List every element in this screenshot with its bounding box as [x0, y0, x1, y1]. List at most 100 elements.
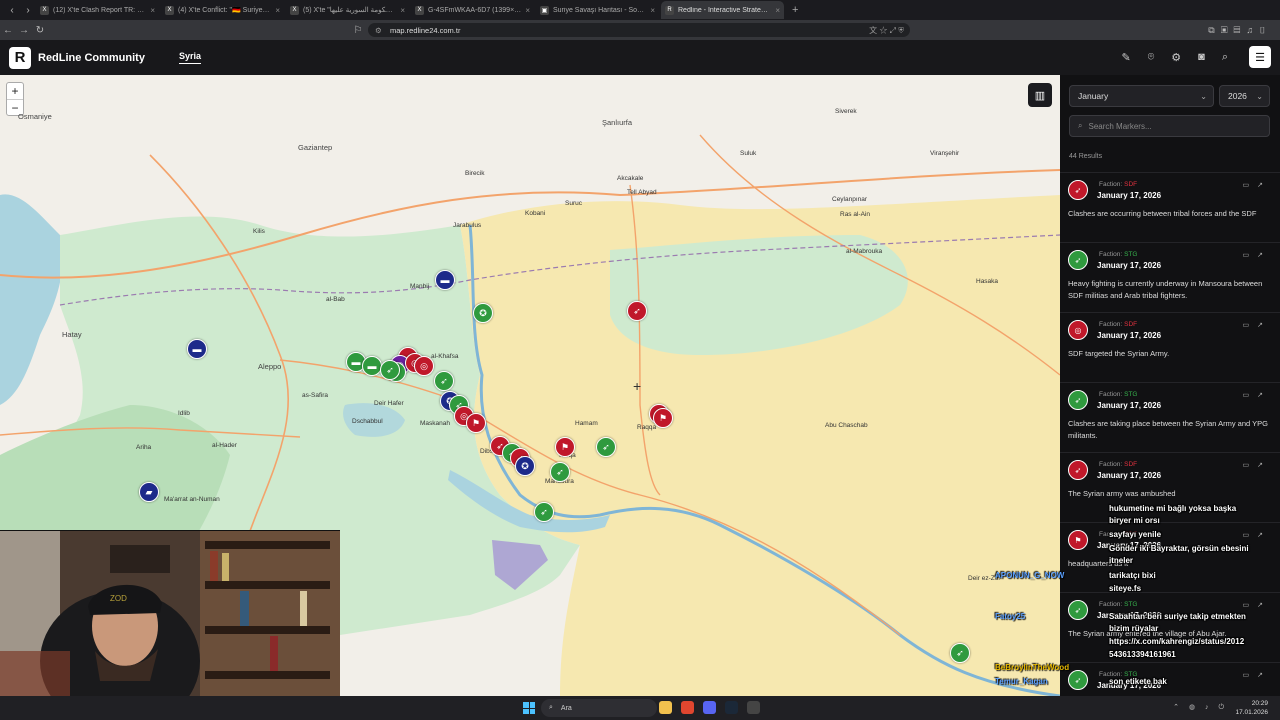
video-icon[interactable]: ▭ — [1243, 392, 1258, 399]
camera-icon[interactable]: ◙ — [1198, 51, 1205, 64]
map-marker-flag-icon[interactable]: ⚑ — [653, 408, 673, 428]
open-link-icon[interactable]: ↗ — [1257, 392, 1271, 399]
map-place-label: Jarabulus — [453, 222, 482, 229]
chat-username[interactable]: BeBroylinTheWood — [995, 663, 1069, 672]
forward-icon[interactable]: → — [16, 25, 32, 36]
map-marker-truck-icon[interactable]: ▬ — [435, 270, 455, 290]
item-description: Clashes are occurring between tribal for… — [1068, 209, 1257, 218]
file-explorer-icon[interactable] — [659, 701, 672, 714]
tab-title: (12) X'te Clash Report TR: "Suriye ord — [53, 6, 146, 14]
system-clock[interactable]: 20:29 17.01.2026 — [1235, 699, 1268, 717]
browser-tab[interactable]: X (4) X'te Conflict: "🇩🇪 Suriye Ordusu × — [161, 1, 284, 19]
browser-tab[interactable]: R Redline - Interactive Strategic M × — [661, 1, 784, 19]
system-tray-icons[interactable]: ⌃ ◍ ♪ ⏻ — [1173, 703, 1228, 712]
close-tab-icon[interactable]: × — [775, 6, 780, 15]
marker-list-item[interactable]: ➶ Faction: STG January 17, 2026 ▭↗ Clashe… — [1060, 382, 1280, 452]
webcam-overlay: ZOD — [0, 530, 340, 696]
faction-value: SDF — [1124, 461, 1138, 468]
obs-icon[interactable] — [747, 701, 760, 714]
rifle-icon: ➶ — [1068, 250, 1088, 270]
reload-icon[interactable]: ↻ — [32, 25, 48, 36]
item-actions: ▭↗ — [1243, 181, 1272, 189]
tab-scroll-right-icon[interactable]: › — [20, 5, 36, 16]
faction-line: Faction: STG — [1097, 391, 1138, 398]
open-link-icon[interactable]: ↗ — [1257, 322, 1271, 329]
close-tab-icon[interactable]: × — [650, 6, 655, 15]
map-marker-rifle-icon[interactable]: ➶ — [550, 462, 570, 482]
chat-username[interactable]: Temur_Kagan — [995, 677, 1048, 686]
map-marker-flag-icon[interactable]: ⚑ — [555, 437, 575, 457]
map-marker-tank-icon[interactable]: ▰ — [139, 482, 159, 502]
zoom-control: + − — [6, 82, 24, 116]
close-tab-icon[interactable]: × — [400, 6, 405, 15]
map-layers-button[interactable]: ▥ — [1028, 83, 1052, 107]
month-select[interactable]: January ⌄ — [1069, 85, 1214, 107]
site-info-icon[interactable]: ⚙ — [375, 26, 382, 35]
address-bar-row: ← → ↻ ⚐ ⚙ map.redline24.com.tr 文 ☆ ⤢ ⛨ ⧉… — [0, 20, 1280, 40]
settings-gear-icon[interactable]: ⚙ — [1171, 51, 1181, 64]
item-description: SDF targeted the Syrian Army. — [1068, 349, 1170, 358]
browser-tab[interactable]: X (5) X'te "قوات الحكومة السورية عليها × — [286, 1, 409, 19]
year-select[interactable]: 2026 ⌄ — [1219, 85, 1270, 107]
map-place-label: Gaziantep — [298, 143, 333, 152]
search-icon[interactable]: ⌕ — [1222, 51, 1228, 64]
map-marker-rifle-icon[interactable]: ➶ — [380, 360, 400, 380]
tab-syria[interactable]: Syria — [178, 51, 201, 64]
brave-browser-icon[interactable] — [681, 701, 694, 714]
map-marker-flag-icon[interactable]: ⚑ — [466, 413, 486, 433]
video-icon[interactable]: ▭ — [1243, 462, 1258, 469]
browser-tab[interactable]: X (12) X'te Clash Report TR: "Suriye ord × — [36, 1, 159, 19]
translate-icon[interactable]: 文 ☆ ⤢ ⛨ — [869, 25, 904, 36]
open-link-icon[interactable]: ↗ — [1257, 462, 1271, 469]
windows-start-icon[interactable] — [523, 702, 535, 714]
close-tab-icon[interactable]: × — [525, 6, 530, 15]
marker-list-item[interactable]: ◎ Faction: SDF January 17, 2026 ▭↗ SDF ta… — [1060, 312, 1280, 382]
map-marker-rifle-icon[interactable]: ➶ — [627, 301, 647, 321]
new-tab-icon[interactable]: + — [792, 4, 798, 16]
item-description: The Syrian army was ambushed — [1068, 489, 1176, 498]
brand-name[interactable]: RedLine Community — [38, 52, 145, 64]
map-place-label: Ras al-Ain — [840, 211, 870, 218]
video-icon[interactable]: ▭ — [1243, 252, 1258, 259]
bookmark-icon[interactable]: ⚐ — [350, 25, 366, 36]
draw-icon[interactable]: ✎ — [1121, 51, 1130, 64]
browser-tab[interactable]: X G-4SFmWKAA-6D7 (1399×726) × — [411, 1, 534, 19]
discord-icon[interactable] — [703, 701, 716, 714]
zoom-in-button[interactable]: + — [7, 83, 23, 99]
back-icon[interactable]: ← — [0, 25, 16, 36]
location-pin-icon[interactable]: ⌾ — [1148, 51, 1155, 64]
browser-extension-icons[interactable]: ⧉▣▤♫▯ — [1208, 25, 1272, 36]
map-place-label: Aleppo — [258, 362, 282, 371]
tab-favicon-icon: X — [415, 5, 424, 15]
video-icon[interactable]: ▭ — [1243, 322, 1258, 329]
marker-search-input[interactable] — [1088, 121, 1249, 131]
map-marker-rifle-icon[interactable]: ➶ — [950, 643, 970, 663]
chat-username[interactable]: APONUN_G_NOW — [995, 571, 1064, 580]
tab-scroll-left-icon[interactable]: ‹ — [4, 5, 20, 16]
open-link-icon[interactable]: ↗ — [1257, 182, 1271, 189]
hamburger-menu-button[interactable]: ☰ — [1249, 46, 1271, 68]
map-marker-rifle-icon[interactable]: ➶ — [434, 371, 454, 391]
close-tab-icon[interactable]: × — [150, 6, 155, 15]
taskbar-search[interactable]: ⌕ Ara — [541, 699, 657, 717]
chat-username[interactable]: Fatoy25 — [995, 612, 1025, 621]
map-place-label: Şanlıurfa — [602, 118, 633, 127]
browser-tab[interactable]: ▣ Suriye Savaşı Haritası - Son Dakika Sı × — [536, 1, 659, 19]
map-marker-truck-icon[interactable]: ▬ — [362, 356, 382, 376]
stream-chat-overlay: hukumetine mi bağlı yoksa başka biryer mi… — [995, 500, 1280, 720]
video-icon[interactable]: ▭ — [1243, 182, 1258, 189]
url-field[interactable]: ⚙ map.redline24.com.tr 文 ☆ ⤢ ⛨ — [368, 23, 910, 37]
map-marker-rifle-icon[interactable]: ➶ — [534, 502, 554, 522]
steam-icon[interactable] — [725, 701, 738, 714]
map-marker-target-icon[interactable]: ◎ — [414, 356, 434, 376]
marker-list-item[interactable]: ➶ Faction: STG January 17, 2026 ▭↗ Heavy … — [1060, 242, 1280, 312]
map-place-label: Abu Chaschab — [825, 422, 868, 429]
close-tab-icon[interactable]: × — [275, 6, 280, 15]
map-marker-truck-icon[interactable]: ▬ — [187, 339, 207, 359]
map-marker-rifle-icon[interactable]: ➶ — [596, 437, 616, 457]
map-marker-medal-icon[interactable]: ✪ — [473, 303, 493, 323]
open-link-icon[interactable]: ↗ — [1257, 252, 1271, 259]
app-logo[interactable]: R — [9, 46, 31, 69]
marker-list-item[interactable]: ➶ Faction: SDF January 17, 2026 ▭↗ Clashe… — [1060, 172, 1280, 242]
map-marker-medal-icon[interactable]: ✪ — [515, 456, 535, 476]
